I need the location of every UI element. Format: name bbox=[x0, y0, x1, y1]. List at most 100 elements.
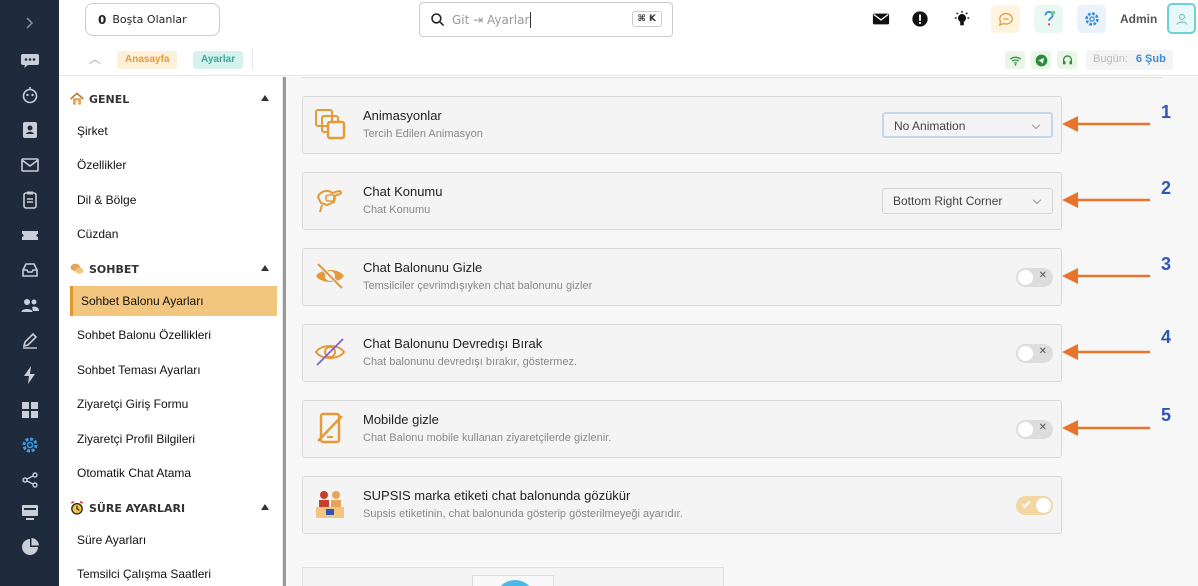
pie-chart-icon[interactable] bbox=[0, 532, 59, 562]
sidebar-item-sure-ayarlari[interactable]: Süre Ayarları bbox=[59, 525, 283, 555]
chat-bubble-icon bbox=[998, 12, 1013, 27]
search-input[interactable]: Git ⇥ Ayarlar ⌘ K bbox=[419, 2, 673, 37]
ticket-icon[interactable] bbox=[0, 220, 59, 250]
hand-chat-icon bbox=[316, 189, 343, 213]
share-icon[interactable] bbox=[0, 465, 59, 495]
monitor-icon[interactable] bbox=[0, 497, 59, 527]
toggle-knob bbox=[1018, 422, 1033, 437]
annotation-arrow-2 bbox=[1062, 192, 1150, 208]
chat-notifications-button[interactable] bbox=[991, 5, 1020, 33]
section-sohbet[interactable]: SOHBET bbox=[59, 255, 283, 283]
edit-icon[interactable] bbox=[0, 325, 59, 355]
messages-button[interactable] bbox=[866, 5, 895, 33]
contact-card-icon[interactable] bbox=[0, 115, 59, 145]
sidebar-item-sohbet-balonu-ayarlari[interactable]: Sohbet Balonu Ayarları bbox=[70, 286, 277, 316]
setting-title: Chat Balonunu Devredışı Bırak bbox=[363, 336, 543, 351]
admin-label[interactable]: Admin bbox=[1120, 12, 1157, 26]
top-bar: 0 Boşta Olanlar Git ⇥ Ayarlar ⌘ K Admin bbox=[59, 0, 1198, 42]
setting-desc: Chat Balonu mobile kullanan ziyaretçiler… bbox=[363, 432, 612, 444]
idle-label: Boşta Olanlar bbox=[112, 13, 187, 26]
sidebar-item-ziyaretci-profil-bilgileri[interactable]: Ziyaretçi Profil Bilgileri bbox=[59, 424, 283, 454]
avatar[interactable] bbox=[1167, 3, 1196, 34]
chevron-down-icon bbox=[1031, 120, 1041, 130]
envelope-icon bbox=[872, 13, 889, 25]
annotation-arrow-3 bbox=[1062, 268, 1150, 284]
alerts-button[interactable] bbox=[905, 5, 934, 33]
idle-agents-box[interactable]: 0 Boşta Olanlar bbox=[85, 3, 220, 36]
gear-icon bbox=[1084, 12, 1099, 26]
settings-gear-icon[interactable] bbox=[0, 430, 59, 460]
search-icon bbox=[431, 12, 445, 26]
lightning-icon[interactable] bbox=[0, 360, 59, 390]
annotation-arrow-5 bbox=[1062, 420, 1150, 436]
breadcrumb: ︿ Anasayfa Ayarlar Bugün: 6 Şub bbox=[59, 42, 1198, 76]
left-rail bbox=[0, 0, 59, 586]
setting-desc: Supsis etiketinin, chat balonunda göster… bbox=[363, 508, 683, 520]
sidebar-item-ozellikler[interactable]: Özellikler bbox=[59, 150, 283, 180]
text-caret bbox=[530, 11, 532, 28]
sidebar-item-ziyaretci-giris-formu[interactable]: Ziyaretçi Giriş Formu bbox=[59, 389, 283, 419]
inbox-icon[interactable] bbox=[0, 255, 59, 285]
chevron-up-icon[interactable]: ︿ bbox=[89, 50, 101, 67]
brand-label-toggle[interactable] bbox=[1016, 496, 1053, 515]
collapse-arrow-icon[interactable] bbox=[261, 95, 269, 101]
sidebar-item-dil-bolge[interactable]: Dil & Bölge bbox=[59, 185, 283, 215]
headset-icon bbox=[1057, 51, 1077, 69]
expand-icon[interactable] bbox=[0, 8, 59, 38]
animation-select[interactable]: No Animation bbox=[882, 112, 1053, 138]
select-value: Bottom Right Corner bbox=[893, 194, 1003, 208]
chevron-down-icon bbox=[1032, 195, 1042, 205]
settings-button[interactable] bbox=[1077, 5, 1106, 33]
setting-card-animasyonlar: Animasyonlar Tercih Edilen Animasyon No … bbox=[302, 96, 1062, 154]
sidebar-item-sohbet-balonu-ozellikleri[interactable]: Sohbet Balonu Özellikleri bbox=[59, 320, 283, 350]
setting-desc: Chat Konumu bbox=[363, 204, 431, 216]
annotation-number-2: 2 bbox=[1161, 178, 1172, 198]
chat-bubbles-icon[interactable] bbox=[0, 45, 59, 75]
chat-position-select[interactable]: Bottom Right Corner bbox=[882, 188, 1053, 214]
sidebar-item-sirket[interactable]: Şirket bbox=[59, 116, 283, 146]
sidebar-item-sohbet-temasi-ayarlari[interactable]: Sohbet Teması Ayarları bbox=[59, 355, 283, 385]
collapse-arrow-icon[interactable] bbox=[261, 504, 269, 510]
section-sure-ayarlari[interactable]: SÜRE AYARLARI bbox=[59, 494, 283, 522]
divider bbox=[302, 77, 1162, 78]
dashboard-icon[interactable] bbox=[0, 395, 59, 425]
hide-on-mobile-toggle[interactable]: ✕ bbox=[1016, 420, 1053, 439]
house-icon bbox=[70, 92, 84, 105]
annotation-arrow-4 bbox=[1062, 344, 1150, 360]
section-title: SOHBET bbox=[89, 262, 139, 276]
collapse-arrow-icon[interactable] bbox=[261, 265, 269, 271]
setting-title: Mobilde gizle bbox=[363, 412, 439, 427]
team-icon[interactable] bbox=[0, 290, 59, 320]
sidebar-item-cuzdan[interactable]: Cüzdan bbox=[59, 219, 283, 249]
annotation-number-4: 4 bbox=[1161, 327, 1172, 347]
telegram-icon bbox=[1031, 51, 1051, 69]
today-label: Bugün: bbox=[1093, 53, 1128, 65]
x-icon: ✕ bbox=[1038, 270, 1047, 281]
setting-desc: Temsilciler çevrimdışıyken chat balonunu… bbox=[363, 280, 593, 292]
mail-icon[interactable] bbox=[0, 150, 59, 180]
settings-sidebar: GENEL Şirket Özellikler Dil & Bölge Cüzd… bbox=[59, 77, 283, 586]
search-shortcut-badge: ⌘ K bbox=[631, 11, 662, 27]
section-genel[interactable]: GENEL bbox=[59, 85, 283, 113]
help-button[interactable] bbox=[1034, 5, 1063, 33]
sidebar-item-otomatik-chat-atama[interactable]: Otomatik Chat Atama bbox=[59, 458, 283, 488]
wifi-icon bbox=[1005, 51, 1025, 69]
annotation-number-1: 1 bbox=[1161, 102, 1172, 122]
search-placeholder: Git ⇥ Ayarlar bbox=[452, 12, 530, 27]
theme-button[interactable] bbox=[947, 5, 976, 33]
toggle-knob bbox=[1036, 498, 1051, 513]
breadcrumb-home[interactable]: Anasayfa bbox=[117, 51, 178, 69]
eye-slash-icon bbox=[316, 262, 344, 290]
sidebar-item-temsilci-calisma-saatleri[interactable]: Temsilci Çalışma Saatleri bbox=[59, 559, 283, 586]
user-icon bbox=[1176, 13, 1187, 25]
breadcrumb-current[interactable]: Ayarlar bbox=[193, 51, 244, 69]
question-icon bbox=[1044, 10, 1055, 26]
robot-icon[interactable] bbox=[0, 80, 59, 110]
setting-card-chat-konumu: Chat Konumu Chat Konumu Bottom Right Cor… bbox=[302, 172, 1062, 230]
disable-bubble-toggle[interactable]: ✕ bbox=[1016, 344, 1053, 363]
clipboard-icon[interactable] bbox=[0, 185, 59, 215]
exclamation-icon bbox=[911, 11, 928, 27]
hide-bubble-toggle[interactable]: ✕ bbox=[1016, 268, 1053, 287]
x-icon: ✕ bbox=[1038, 422, 1047, 433]
lightbulb-icon bbox=[954, 10, 969, 26]
